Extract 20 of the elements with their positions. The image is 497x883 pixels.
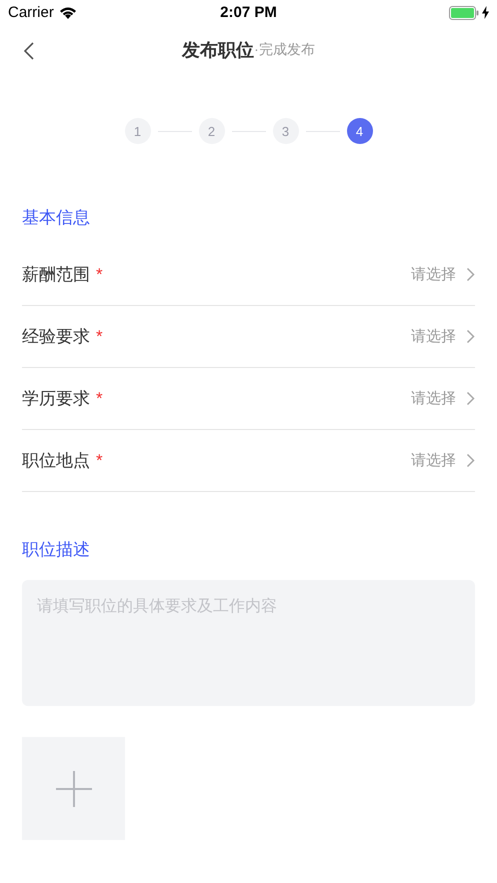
page-title: 发布职位 bbox=[182, 39, 254, 62]
select-row[interactable]: 学历要求 * 请选择 bbox=[22, 368, 475, 430]
step-indicator[interactable]: 4 bbox=[346, 118, 372, 144]
section-title: 职位描述 bbox=[22, 539, 91, 561]
carrier-name: Carrier bbox=[8, 4, 54, 21]
select-row[interactable]: 经验要求 * 请选择 bbox=[22, 306, 475, 368]
select-row[interactable]: 职位地点 * 请选择 bbox=[22, 430, 475, 492]
wifi-icon bbox=[58, 6, 77, 19]
chevron-right-icon bbox=[466, 453, 475, 468]
clock-time: 2:07 PM bbox=[220, 4, 277, 21]
back-button[interactable] bbox=[22, 41, 36, 61]
chevron-right-icon bbox=[466, 329, 475, 344]
select-row[interactable]: 薪酬范围 * 请选择 bbox=[22, 244, 475, 306]
chevron-right-icon bbox=[466, 267, 475, 282]
plus-icon bbox=[54, 770, 92, 808]
section-title: 基本信息 bbox=[22, 207, 91, 229]
battery-icon bbox=[449, 6, 479, 20]
page-subtitle: ·完成发布 bbox=[254, 41, 315, 59]
chevron-right-icon bbox=[466, 391, 475, 406]
charging-icon bbox=[482, 6, 489, 19]
